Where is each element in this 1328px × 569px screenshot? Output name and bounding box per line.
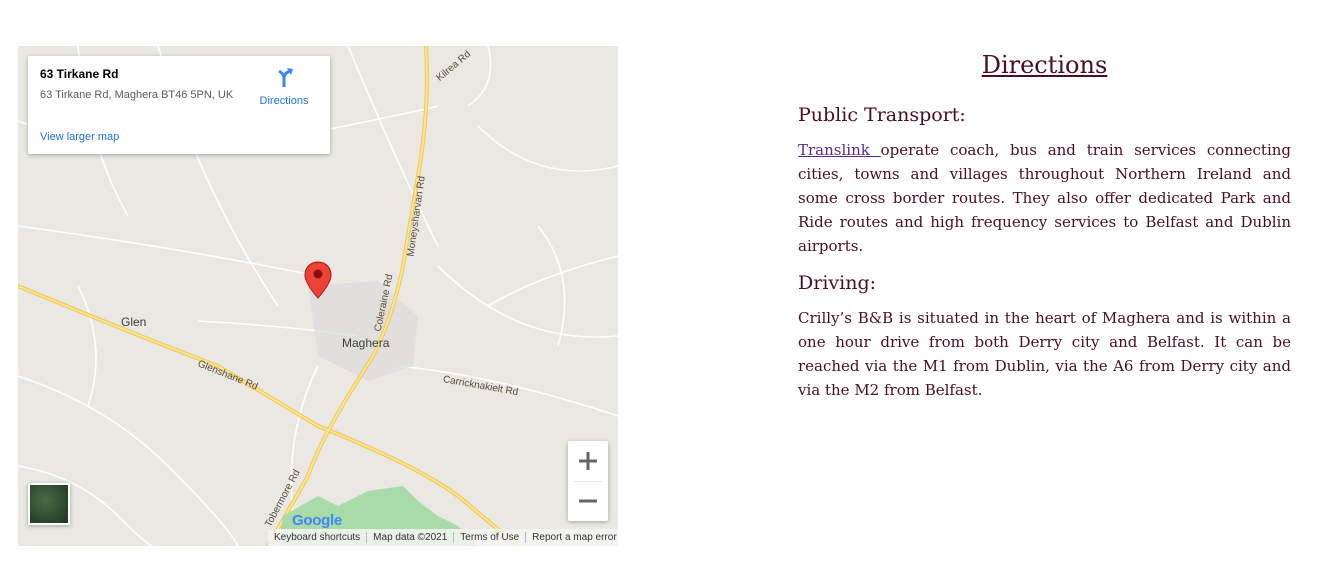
place-info-card: 63 Tirkane Rd 63 Tirkane Rd, Maghera BT4… [28, 56, 330, 154]
page-title: Directions [981, 51, 1108, 79]
satellite-view-toggle[interactable] [28, 483, 70, 525]
keyboard-shortcuts-link[interactable]: Keyboard shortcuts [268, 532, 366, 543]
public-transport-paragraph: Translink operate coach, bus and train s… [798, 138, 1291, 258]
zoom-controls [568, 441, 608, 521]
place-label-maghera: Maghera [342, 336, 390, 350]
plus-icon [579, 452, 597, 470]
directions-button[interactable]: Directions [250, 66, 318, 107]
driving-paragraph: Crilly’s B&B is situated in the heart of… [798, 309, 1291, 399]
translink-link[interactable]: Translink [798, 141, 881, 159]
report-map-error-link[interactable]: Report a map error [526, 532, 618, 543]
directions-label: Directions [259, 95, 309, 107]
map-footer: Keyboard shortcuts Map data ©2021 Terms … [268, 529, 618, 546]
place-address: 63 Tirkane Rd, Maghera BT46 5PN, UK [40, 89, 234, 101]
public-transport-heading: Public Transport: [798, 104, 966, 126]
place-label-glen: Glen [121, 315, 147, 329]
google-logo: Google [292, 512, 342, 529]
place-title: 63 Tirkane Rd [40, 67, 119, 81]
zoom-in-button[interactable] [568, 441, 608, 481]
driving-heading: Driving: [798, 272, 877, 294]
map-data-attribution: Map data ©2021 [373, 532, 448, 543]
directions-icon [278, 68, 293, 87]
zoom-out-button[interactable] [568, 481, 608, 521]
directions-content: Directions Public Transport: Translink o… [798, 50, 1291, 402]
location-pin-icon[interactable] [304, 261, 332, 299]
view-larger-map-link[interactable]: View larger map [40, 131, 119, 143]
embedded-map[interactable]: Kilrea Rd Moneysharvan Rd Coleraine Rd G… [18, 46, 618, 546]
terms-of-use-link[interactable]: Terms of Use [454, 532, 525, 543]
minus-icon [579, 499, 597, 503]
